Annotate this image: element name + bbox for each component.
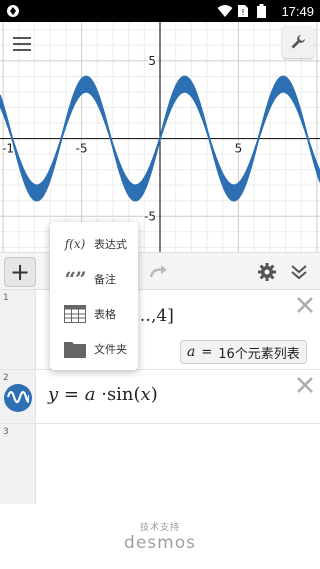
- formula-lhs: y: [48, 384, 59, 405]
- double-chevron-down-icon: [290, 265, 308, 285]
- list-length-badge: a = 16个元素列表: [180, 340, 307, 364]
- wrench-icon: [290, 34, 306, 50]
- expression-row-sine[interactable]: 2 y = a ·sin(x): [0, 370, 320, 424]
- folder-icon: [62, 338, 88, 360]
- powered-by-label: 技术支持: [139, 523, 180, 533]
- table-icon: [62, 303, 88, 325]
- graph-style-button[interactable]: [4, 384, 32, 412]
- graph-paper[interactable]: -1 -5 5 5 -5: [0, 22, 320, 252]
- collapse-list-button[interactable]: [290, 263, 308, 281]
- sine-wave-icon: [6, 389, 31, 408]
- battery-icon: [257, 4, 271, 18]
- expression-formula[interactable]: y = a ·sin(x): [48, 384, 158, 405]
- add-item-button[interactable]: +: [4, 257, 36, 287]
- gear-icon: [258, 263, 276, 285]
- delete-expression-button[interactable]: [296, 376, 314, 394]
- add-item-menu: f(x) 表达式 “” 备注 表格 文件夹: [50, 222, 138, 370]
- variable-name: a: [187, 344, 196, 360]
- redo-icon: [148, 265, 170, 286]
- list-length-label: 16个元素列表: [218, 346, 300, 362]
- close-icon: [296, 377, 314, 398]
- hamburger-icon: [13, 37, 31, 51]
- y-tick-label: -5: [144, 209, 156, 223]
- function-icon: f(x): [64, 236, 86, 251]
- close-icon: [296, 297, 314, 318]
- gutter-filler: [0, 464, 36, 504]
- menu-item-label: 备注: [94, 272, 116, 286]
- clock: 17:49: [281, 3, 314, 19]
- formula-a: a: [84, 384, 96, 405]
- status-bar: ! 17:49: [0, 0, 320, 22]
- desmos-logo: desmos: [124, 533, 196, 553]
- row-gutter: 1: [0, 290, 36, 369]
- settings-button[interactable]: [258, 263, 276, 281]
- row-gutter: 3: [0, 424, 36, 464]
- app-notification-icon: [6, 4, 20, 18]
- formula-equals: =: [63, 384, 79, 405]
- expression-toolbar: +: [0, 252, 320, 290]
- svg-text:!: !: [242, 8, 245, 17]
- menu-item-table[interactable]: 表格: [50, 296, 138, 331]
- expression-row-list[interactable]: 1 …,4] a = 16个元素列表: [0, 290, 320, 370]
- row-gutter: 2: [0, 370, 36, 423]
- graph-settings-button[interactable]: [282, 26, 314, 58]
- menu-item-label: 文件夹: [94, 342, 127, 356]
- powered-by-footer: 技术支持 desmos: [0, 520, 320, 553]
- menu-item-label: 表达式: [94, 237, 127, 251]
- formula-close: ): [150, 384, 158, 405]
- redo-button[interactable]: [148, 262, 170, 282]
- x-tick-label: -5: [76, 142, 88, 156]
- wifi-icon: [217, 4, 233, 18]
- menu-item-folder[interactable]: 文件夹: [50, 331, 138, 366]
- menu-item-label: 表格: [94, 307, 116, 321]
- menu-button[interactable]: [6, 28, 38, 60]
- equals-sign: =: [201, 344, 213, 360]
- list-expression-text[interactable]: …,4]: [134, 306, 174, 326]
- y-tick-label: 5: [148, 54, 156, 68]
- expression-row-empty[interactable]: 3: [0, 424, 320, 464]
- formula-x: x: [140, 384, 151, 405]
- x-tick-label: -1: [2, 142, 14, 156]
- row-number: 1: [3, 293, 9, 303]
- menu-item-expression[interactable]: f(x) 表达式: [50, 226, 138, 261]
- x-tick-label: 5: [235, 142, 243, 156]
- graph-canvas[interactable]: -1 -5 5 5 -5: [0, 22, 320, 252]
- no-sim-icon: !: [237, 4, 251, 18]
- row-number: 2: [3, 373, 9, 383]
- quote-icon: “”: [64, 266, 86, 291]
- row-number: 3: [3, 427, 9, 437]
- formula-function: sin(: [106, 384, 141, 405]
- delete-expression-button[interactable]: [296, 296, 314, 314]
- menu-item-note[interactable]: “” 备注: [50, 261, 138, 296]
